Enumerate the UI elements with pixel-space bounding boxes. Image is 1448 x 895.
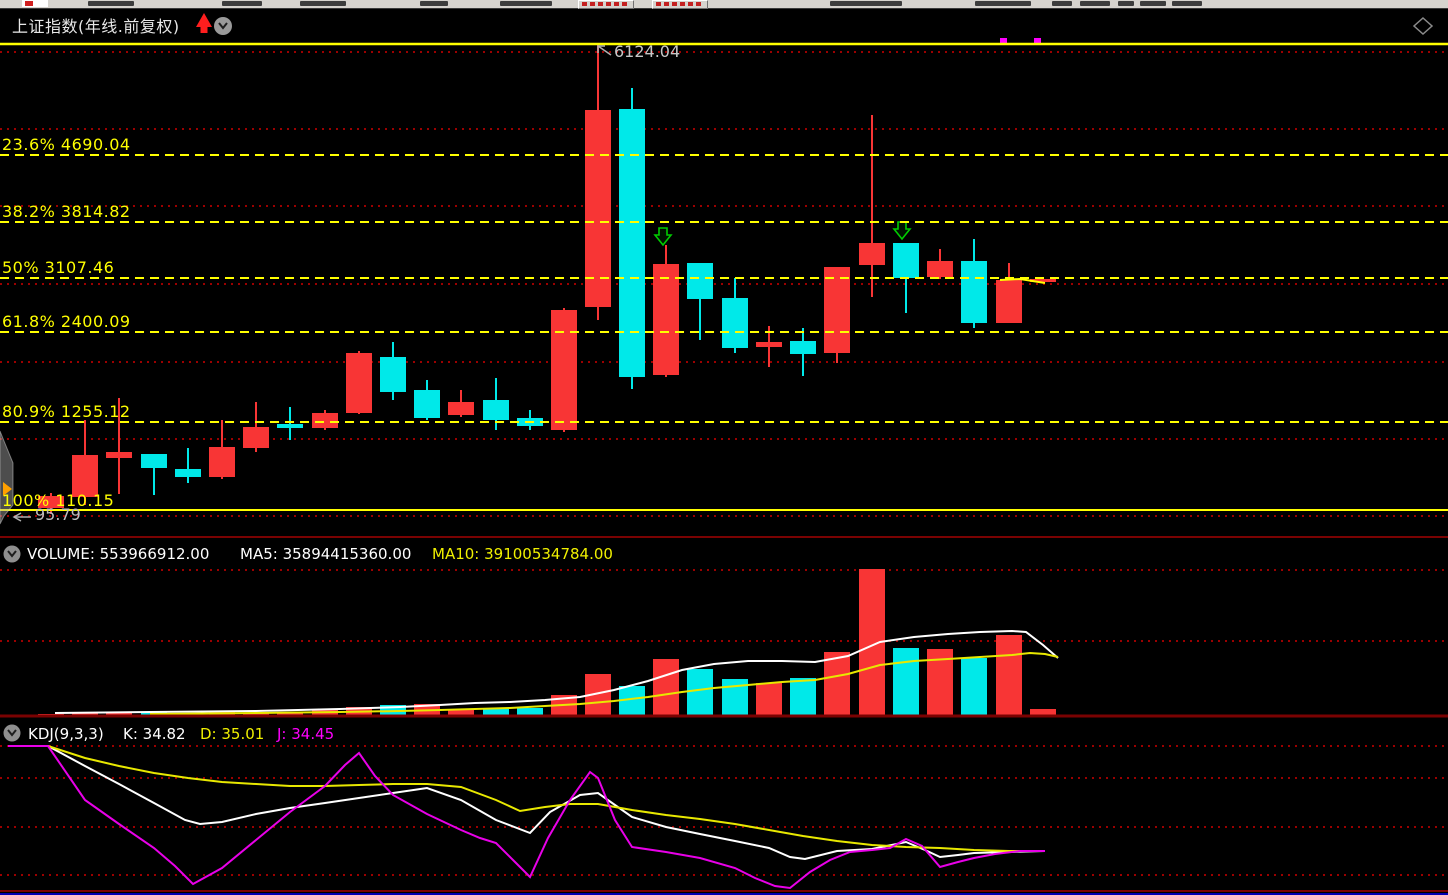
pane-collapse-icon[interactable] <box>4 725 21 742</box>
volume-bar <box>824 652 850 716</box>
kdj-d-line <box>8 746 1045 851</box>
volume-bar <box>619 686 645 716</box>
pane-collapse-icon[interactable] <box>4 546 21 563</box>
candle-body <box>653 264 679 375</box>
kdj-k-value: K: 34.82 <box>123 725 186 743</box>
candle-body <box>687 263 713 299</box>
candle-body <box>346 353 372 413</box>
candle-body <box>483 400 509 420</box>
candle-body <box>551 310 577 430</box>
candle-body <box>312 413 338 428</box>
candle-body <box>277 424 303 428</box>
candle-body <box>824 267 850 353</box>
volume-bars <box>38 569 1058 716</box>
kdj-j-value: J: 34.45 <box>277 725 334 743</box>
volume-bar <box>687 669 713 716</box>
candle-body <box>756 342 782 347</box>
pane-separators <box>0 537 1448 894</box>
fib-label: 38.2% 3814.82 <box>2 202 131 221</box>
kdj-k-line <box>8 746 1045 859</box>
fib-lines <box>0 44 1448 510</box>
kdj-j-line <box>8 746 1045 888</box>
candle-body <box>722 298 748 348</box>
chevron-down-circle-icon[interactable] <box>214 17 232 35</box>
fib-label: 61.8% 2400.09 <box>2 312 131 331</box>
fib-label: 80.9% 1255.12 <box>2 402 131 421</box>
volume-bar <box>961 658 987 716</box>
sell-signal-arrow-icon <box>894 222 910 239</box>
candle-body <box>996 280 1022 323</box>
volume-bar <box>653 659 679 716</box>
candle-body <box>927 261 953 277</box>
trading-app-window: { "window": {"width": 1448, "height": 89… <box>0 0 1448 895</box>
candle-body <box>414 390 440 418</box>
candle-body <box>243 427 269 448</box>
volume-bar <box>790 678 816 716</box>
volume-bar <box>756 683 782 716</box>
candle-body <box>448 402 474 415</box>
kdj-d-value: D: 35.01 <box>200 725 264 743</box>
volume-bar <box>996 635 1022 716</box>
candle-body <box>619 109 645 377</box>
sell-signal-arrow-icon <box>655 228 671 245</box>
volume-bar <box>893 648 919 716</box>
fib-label: 50% 3107.46 <box>2 258 114 277</box>
candle-body <box>961 261 987 323</box>
candle-body <box>790 341 816 354</box>
candle-body <box>209 447 235 477</box>
candle-body <box>106 452 132 458</box>
candle-body <box>175 469 201 477</box>
candle-body <box>380 357 406 392</box>
volume-ma5-value: MA5: 35894415360.00 <box>240 545 411 563</box>
candle-body <box>859 243 885 265</box>
volume-value: VOLUME: 553966912.00 <box>27 545 209 563</box>
candlestick-series <box>38 38 1056 514</box>
title-bar-icons <box>4 13 1433 742</box>
low-price-label: 95.79 <box>35 505 81 524</box>
security-title: 上证指数(年线.前复权) <box>12 13 180 37</box>
price-pointers <box>14 46 611 521</box>
kdj-indicator-label: KDJ(9,3,3) <box>28 725 104 743</box>
volume-ma10-value: MA10: 39100534784.00 <box>432 545 613 563</box>
peak-price-label: 6124.04 <box>614 42 680 61</box>
red-up-arrow-icon <box>196 13 212 33</box>
candle-body <box>893 243 919 278</box>
diamond-icon[interactable] <box>1414 18 1432 34</box>
candle-body <box>141 454 167 468</box>
kdj-lines <box>8 746 1045 888</box>
fib-label: 23.6% 4690.04 <box>2 135 131 154</box>
chart-canvas[interactable] <box>0 0 1448 895</box>
